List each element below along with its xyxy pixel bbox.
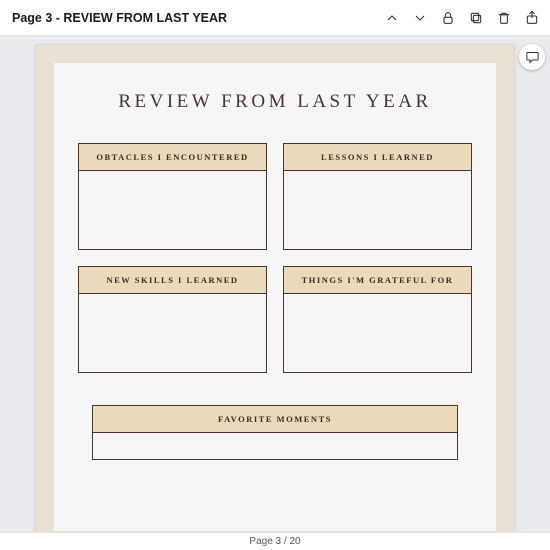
toolbar-actions (384, 10, 540, 26)
document-heading: REVIEW FROM LAST YEAR (78, 91, 472, 113)
canvas-area[interactable]: REVIEW FROM LAST YEAR OBTACLES I ENCOUNT… (0, 36, 550, 550)
box-obstacles[interactable]: OBTACLES I ENCOUNTERED (78, 143, 267, 250)
box-body[interactable] (79, 294, 266, 372)
chevron-up-icon[interactable] (384, 10, 400, 26)
share-up-icon[interactable] (524, 10, 540, 26)
box-body[interactable] (79, 171, 266, 249)
top-toolbar: Page 3 - REVIEW FROM LAST YEAR (0, 0, 550, 36)
box-header: FAVORITE MOMENTS (93, 406, 457, 433)
box-grid: OBTACLES I ENCOUNTERED LESSONS I LEARNED… (78, 143, 472, 460)
trash-icon[interactable] (496, 10, 512, 26)
box-header: OBTACLES I ENCOUNTERED (79, 144, 266, 171)
box-favorite[interactable]: FAVORITE MOMENTS (92, 405, 458, 460)
box-lessons[interactable]: LESSONS I LEARNED (283, 143, 472, 250)
page-frame[interactable]: REVIEW FROM LAST YEAR OBTACLES I ENCOUNT… (35, 44, 515, 550)
right-rail (518, 44, 546, 70)
box-body[interactable] (284, 171, 471, 249)
box-body[interactable] (284, 294, 471, 372)
lock-icon[interactable] (440, 10, 456, 26)
comment-icon (525, 50, 540, 65)
box-body[interactable] (93, 433, 457, 459)
box-header: LESSONS I LEARNED (284, 144, 471, 171)
box-skills[interactable]: NEW SKILLS I LEARNED (78, 266, 267, 373)
box-grateful[interactable]: THINGS I'M GRATEFUL FOR (283, 266, 472, 373)
duplicate-icon[interactable] (468, 10, 484, 26)
box-header: NEW SKILLS I LEARNED (79, 267, 266, 294)
comment-button[interactable] (519, 44, 545, 70)
footer-bar: Page 3 / 20 (0, 532, 550, 550)
page-counter[interactable]: Page 3 / 20 (249, 536, 300, 547)
page-title: Page 3 - REVIEW FROM LAST YEAR (12, 11, 384, 25)
page-content: REVIEW FROM LAST YEAR OBTACLES I ENCOUNT… (54, 63, 496, 531)
chevron-down-icon[interactable] (412, 10, 428, 26)
box-header: THINGS I'M GRATEFUL FOR (284, 267, 471, 294)
